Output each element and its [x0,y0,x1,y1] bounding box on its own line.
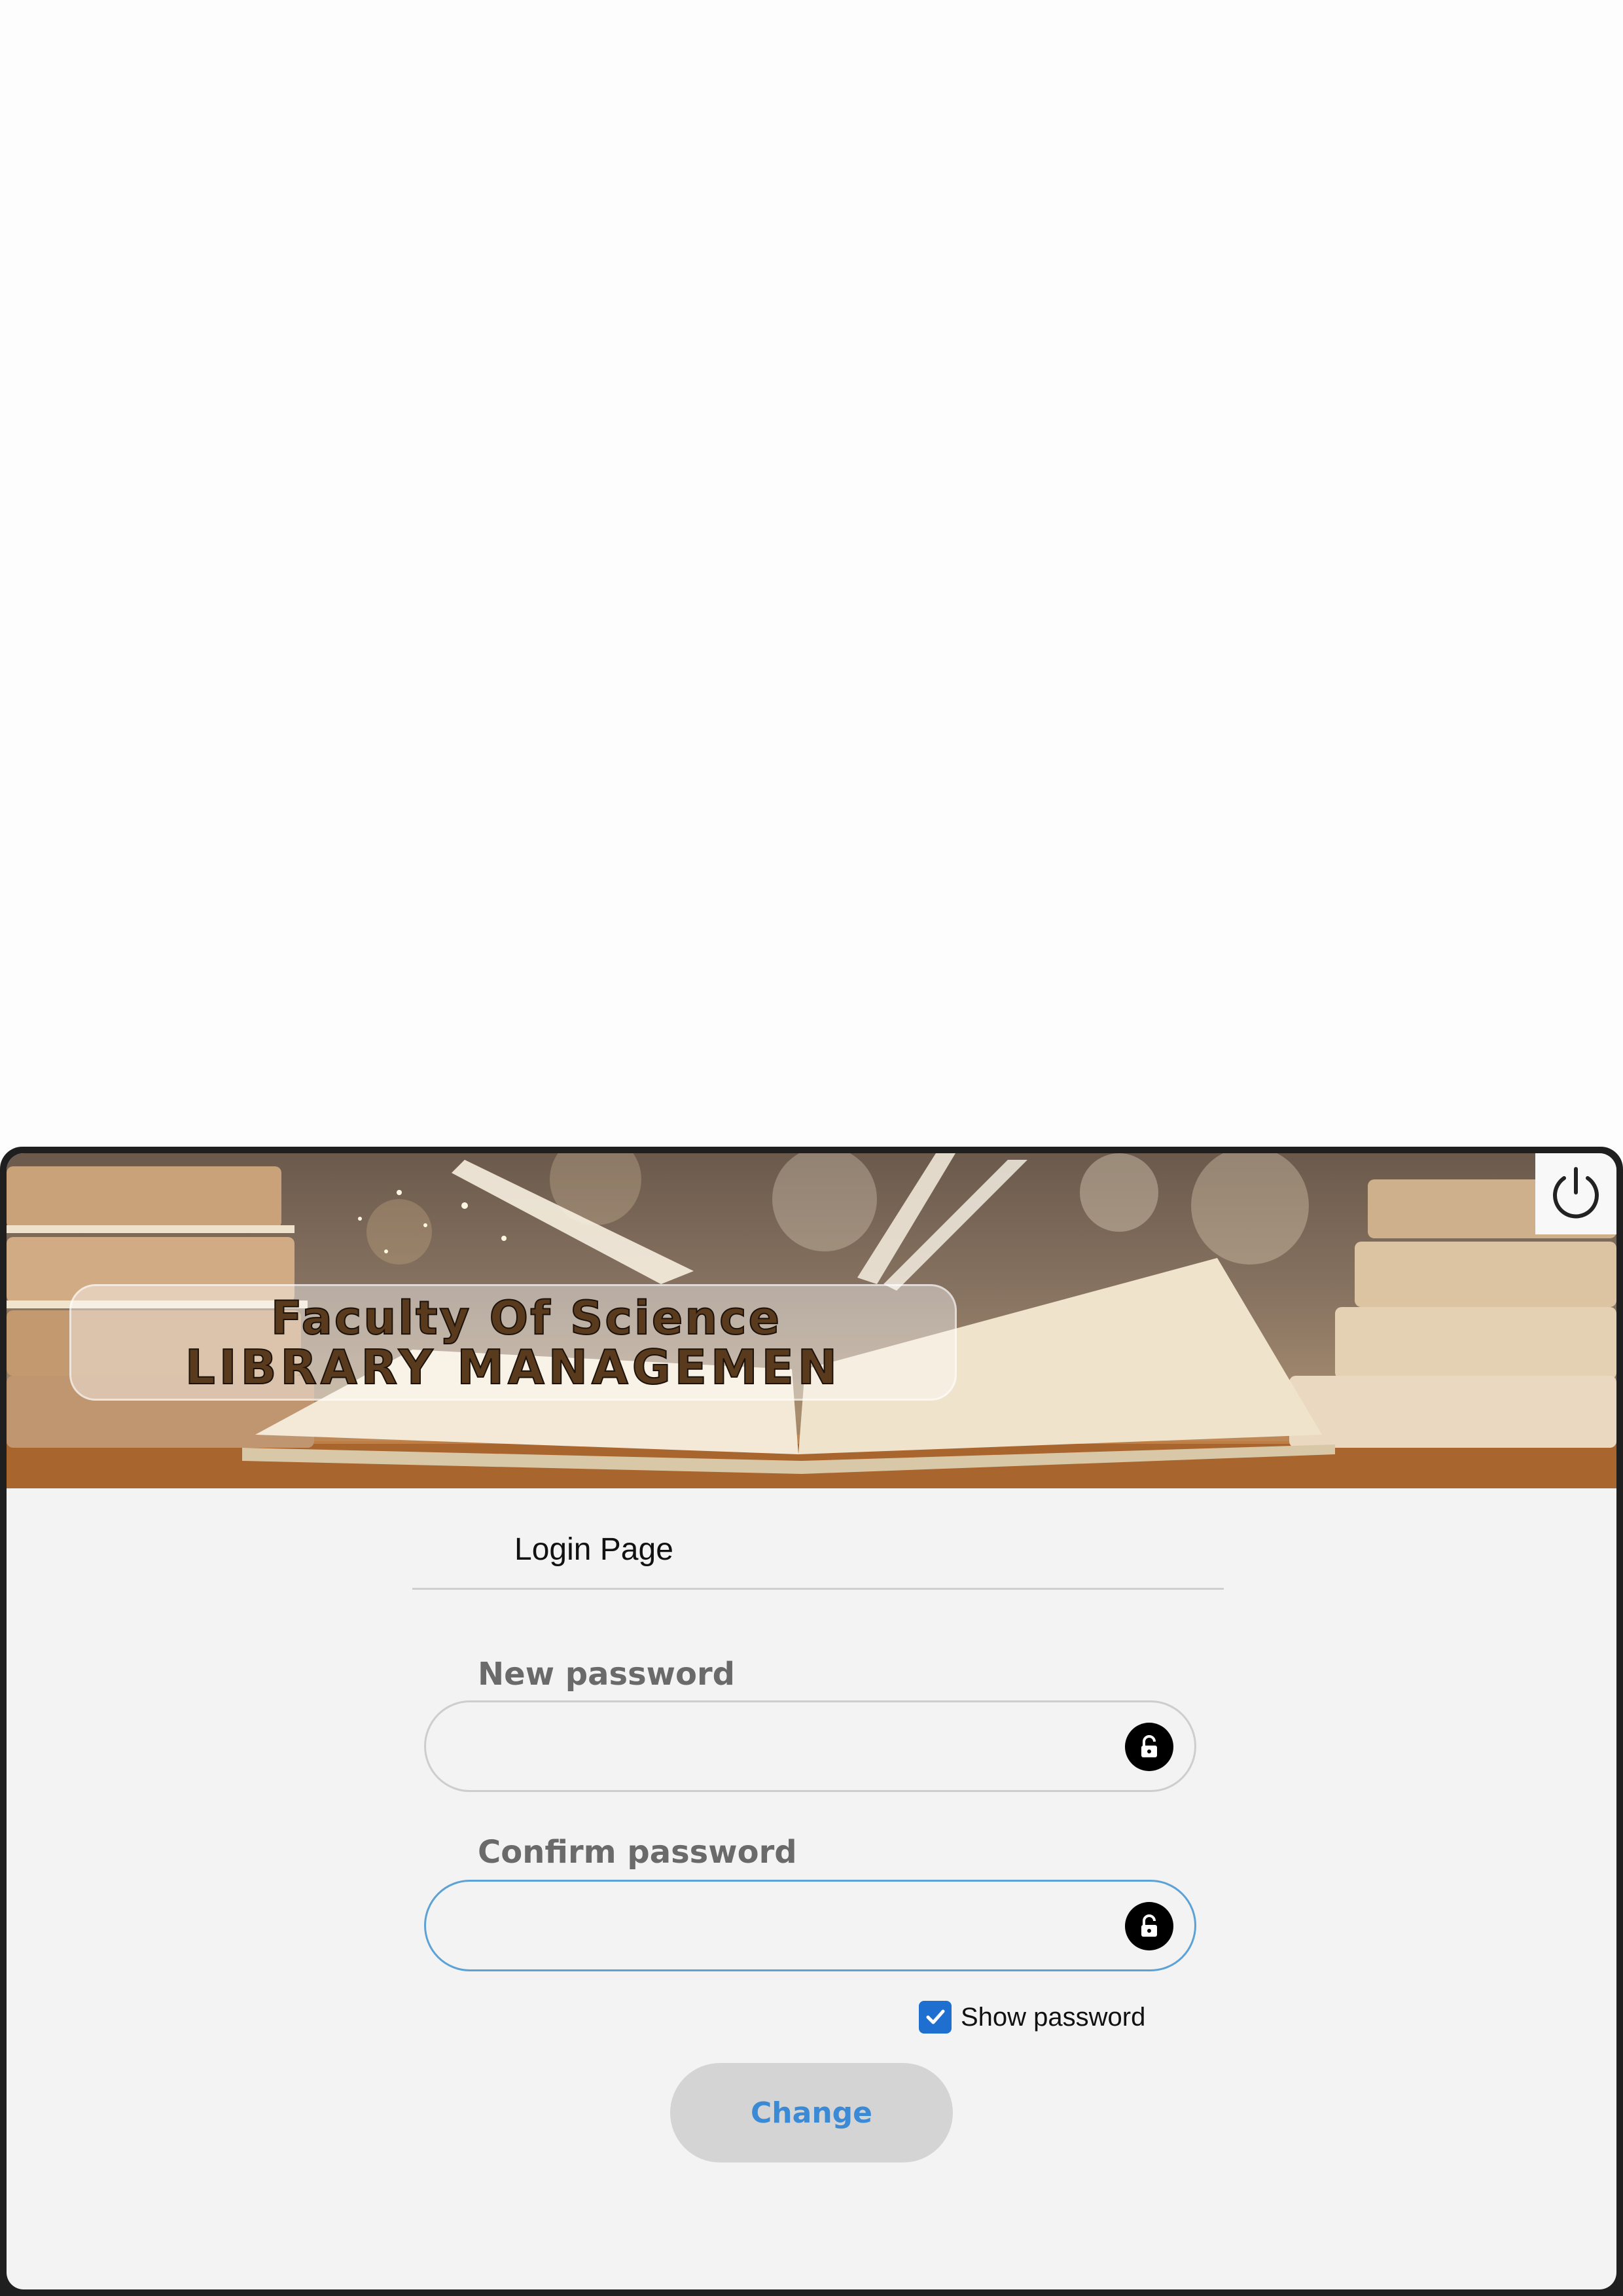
banner-title-line1: Faculty Of Science [270,1291,782,1346]
new-password-field[interactable] [424,1700,1196,1792]
banner-title-plate: Faculty Of Science LIBRARY MANAGEMEN [69,1284,957,1401]
page-title: Login Page [514,1532,673,1567]
title-divider [412,1588,1224,1590]
show-password-checkbox[interactable] [919,2001,952,2034]
new-password-label: New password [478,1656,736,1693]
show-password-toggle[interactable]: Show password [919,1999,1145,2036]
app-window: Faculty Of Science LIBRARY MANAGEMEN Log… [0,1147,1623,2296]
banner-title-line2: LIBRARY MANAGEMEN [185,1339,842,1395]
power-icon [1553,1167,1599,1219]
change-button[interactable]: Change [670,2063,953,2162]
lock-icon[interactable] [1125,1902,1173,1950]
confirm-password-field[interactable] [424,1880,1196,1971]
lock-icon[interactable] [1125,1723,1173,1771]
library-banner: Faculty Of Science LIBRARY MANAGEMEN [7,1153,1616,1488]
show-password-label: Show password [961,2002,1146,2032]
power-button[interactable] [1535,1153,1616,1234]
confirm-password-label: Confirm password [478,1834,797,1871]
checkmark-icon [926,2009,945,2024]
window-client-area: Faculty Of Science LIBRARY MANAGEMEN Log… [7,1153,1616,2289]
confirm-password-input[interactable] [452,1895,1109,1958]
new-password-input[interactable] [452,1715,1109,1778]
